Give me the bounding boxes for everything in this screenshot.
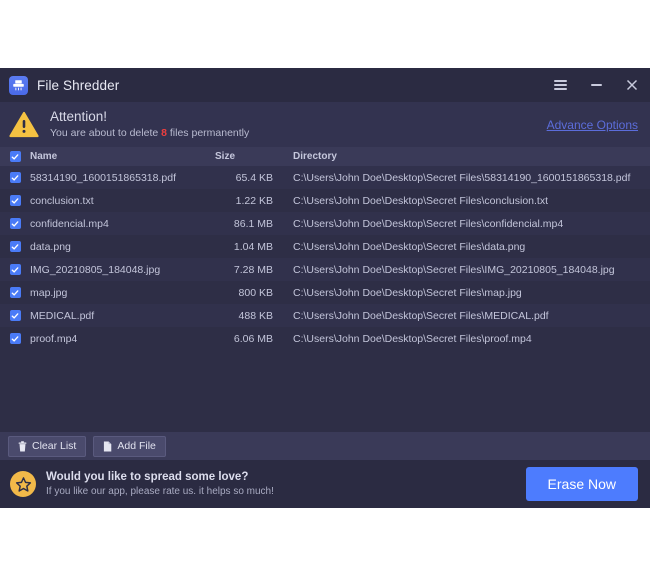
row-file-size: 7.28 MB [233,263,273,276]
minimize-icon[interactable] [578,68,614,102]
star-icon [10,471,36,497]
row-checkbox[interactable] [0,264,30,275]
attention-text-block: Attention! You are about to delete 8 fil… [50,109,249,141]
hamburger-menu-icon[interactable] [542,68,578,102]
file-rows-container: 58314190_1600151865318.pdf 65.4 KB C:\User… [0,166,650,350]
clear-list-label: Clear List [32,440,77,452]
row-file-directory: C:\Users\John Doe\Desktop\Secret Files\c… [293,217,564,230]
row-file-name: confidencial.mp4 [30,217,109,230]
row-checkbox[interactable] [0,195,30,206]
attention-message: You are about to delete 8 files permanen… [50,127,249,140]
row-file-size: 488 KB [238,309,273,322]
row-file-name: conclusion.txt [30,194,94,207]
row-file-name: proof.mp4 [30,332,78,345]
column-header-name[interactable]: Name [30,151,215,162]
empty-list-area [0,350,650,432]
action-toolbar: Clear List Add File [0,432,650,460]
row-checkbox[interactable] [0,310,30,321]
row-checkbox[interactable] [0,287,30,298]
close-icon[interactable] [614,68,650,102]
add-file-button[interactable]: Add File [93,435,166,457]
table-row[interactable]: IMG_20210805_184048.jpg 7.28 MB C:\Users\J… [0,258,650,281]
advance-options-link[interactable]: Advance Options [547,118,638,132]
column-header-directory[interactable]: Directory [273,151,650,162]
row-checkbox[interactable] [0,241,30,252]
shredder-icon [9,75,28,95]
select-all-checkbox[interactable] [0,151,30,162]
row-checkbox[interactable] [0,172,30,183]
table-row[interactable]: data.png 1.04 MB C:\Users\John Doe\Desktop… [0,235,650,258]
document-icon [103,440,112,452]
row-checkbox[interactable] [0,333,30,344]
attention-message-prefix: You are about to delete [50,127,162,140]
erase-now-button[interactable]: Erase Now [525,467,638,501]
table-row[interactable]: conclusion.txt 1.22 KB C:\Users\John Doe\D… [0,189,650,212]
table-row[interactable]: confidencial.mp4 86.1 MB C:\Users\John Doe… [0,212,650,235]
row-file-directory: C:\Users\John Doe\Desktop\Secret Files\d… [293,240,526,253]
row-checkbox[interactable] [0,218,30,229]
file-list-region: Name Size Directory 58314190_16001518653… [0,147,650,432]
row-file-size: 6.06 MB [233,332,273,345]
warning-triangle-icon [9,111,39,138]
row-file-name: MEDICAL.pdf [30,309,95,322]
footer-text-block: Would you like to spread some love? If y… [46,470,274,499]
row-file-size: 800 KB [238,286,273,299]
row-file-size: 1.22 KB [235,194,273,207]
row-file-size: 1.04 MB [233,240,273,253]
row-file-directory: C:\Users\John Doe\Desktop\Secret Files\c… [293,194,549,207]
row-file-size: 86.1 MB [233,217,273,230]
row-file-directory: C:\Users\John Doe\Desktop\Secret Files\m… [293,286,522,299]
table-row[interactable]: MEDICAL.pdf 488 KB C:\Users\John Doe\Deskt… [0,304,650,327]
trash-icon [18,440,27,452]
row-file-size: 65.4 KB [235,171,273,184]
row-file-name: IMG_20210805_184048.jpg [30,263,161,276]
table-row[interactable]: 58314190_1600151865318.pdf 65.4 KB C:\User… [0,166,650,189]
footer-title: Would you like to spread some love? [46,470,249,483]
row-file-name: data.png [30,240,71,253]
table-header-row: Name Size Directory [0,147,650,166]
footer-subtitle: If you like our app, please rate us. it … [46,486,274,498]
add-file-label: Add File [117,440,156,452]
row-file-name: map.jpg [30,286,68,299]
attention-banner: Attention! You are about to delete 8 fil… [0,102,650,147]
window-title: File Shredder [37,77,120,93]
row-file-name: 58314190_1600151865318.pdf [30,171,176,184]
attention-title: Attention! [50,108,108,124]
table-row[interactable]: proof.mp4 6.06 MB C:\Users\John Doe\Deskto… [0,327,650,350]
row-file-directory: C:\Users\John Doe\Desktop\Secret Files\M… [293,309,549,322]
clear-list-button[interactable]: Clear List [8,435,87,457]
file-shredder-window: File Shredder Attention! You are about t… [0,68,650,508]
row-file-directory: C:\Users\John Doe\Desktop\Secret Files\p… [293,332,532,345]
table-row[interactable]: map.jpg 800 KB C:\Users\John Doe\Desktop\S… [0,281,650,304]
column-header-size[interactable]: Size [215,151,273,162]
title-bar: File Shredder [0,68,650,102]
row-file-directory: C:\Users\John Doe\Desktop\Secret Files\I… [293,263,615,276]
rate-us-footer: Would you like to spread some love? If y… [0,460,650,508]
row-file-directory: C:\Users\John Doe\Desktop\Secret Files\5… [293,171,631,184]
attention-message-suffix: files permanently [166,127,250,140]
